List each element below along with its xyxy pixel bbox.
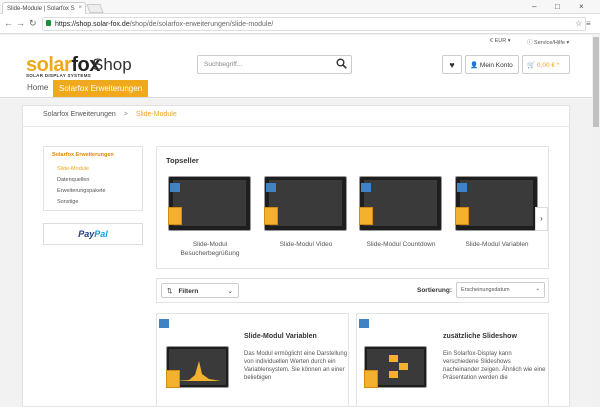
package-icon xyxy=(364,370,378,388)
url-path: /shop/de/solarfox-erweiterungen/slide-mo… xyxy=(129,21,274,28)
topseller-product-name[interactable]: Slide-Modul Variablen xyxy=(452,240,542,249)
sidebar-item-datenquellen[interactable]: Datenquellen xyxy=(57,177,89,183)
breadcrumb-separator: > xyxy=(123,111,128,118)
breadcrumb: Solarfox Erweiterungen > Slide-Module xyxy=(22,105,570,127)
package-icon xyxy=(168,207,182,225)
window-close-icon[interactable]: × xyxy=(579,2,584,11)
product-card-description: Ein Solarfox-Display kann verschiedene S… xyxy=(443,351,546,381)
chevron-down-icon: ⌄ xyxy=(535,286,540,292)
product-card-title[interactable]: zusätzliche Slideshow xyxy=(443,333,517,340)
shop-title: Shop xyxy=(92,55,132,74)
chevron-down-icon: ⌄ xyxy=(227,288,233,295)
logo-subtitle: SOLAR DISPLAY SYSTEMS xyxy=(26,73,92,78)
plugin-badge-icon xyxy=(266,183,276,192)
product-card-title[interactable]: Slide-Modul Variablen xyxy=(244,333,317,340)
user-icon: 👤 xyxy=(470,62,479,69)
topseller-title: Topseller xyxy=(166,156,199,165)
account-label: Mein Konto xyxy=(479,62,513,69)
package-icon xyxy=(359,207,373,225)
breadcrumb-current[interactable]: Slide-Module xyxy=(136,111,177,118)
reload-icon[interactable]: ↻ xyxy=(29,18,37,29)
back-icon[interactable]: ← xyxy=(4,18,13,28)
info-icon: ⓘ xyxy=(527,40,533,46)
plugin-badge-icon xyxy=(359,319,369,328)
filter-label: Filtern xyxy=(178,288,199,295)
browser-tab[interactable]: Slide-Module | Solarfox S × xyxy=(2,2,86,14)
currency-select[interactable]: € EUR ▾ xyxy=(490,38,511,44)
search-placeholder: Suchbegriff... xyxy=(204,61,243,68)
minimize-icon[interactable]: – xyxy=(532,2,536,11)
sidebar-title[interactable]: Solarfox Erweiterungen xyxy=(52,152,114,158)
account-button[interactable]: 👤 Mein Konto xyxy=(465,55,519,74)
paypal-logo: PayPal xyxy=(43,223,143,245)
search-icon[interactable] xyxy=(336,58,347,69)
cart-button[interactable]: 🛒 0,00 € * xyxy=(522,55,570,74)
sort-label: Sortierung: xyxy=(417,287,453,294)
sidebar-item-erweiterungspakete[interactable]: Erweiterungspakete xyxy=(57,188,106,194)
browser-menu-icon[interactable]: ≡ xyxy=(586,19,591,28)
product-card-description: Das Modul ermöglicht eine Darstellung vo… xyxy=(244,351,348,381)
forward-icon[interactable]: → xyxy=(16,18,25,28)
nav-solarfox-erweiterungen[interactable]: Solarfox Erweiterungen xyxy=(53,80,149,98)
sidebar-item-sonstige[interactable]: Sonstige xyxy=(57,199,78,205)
lock-icon xyxy=(46,20,51,26)
plugin-badge-icon xyxy=(457,183,467,192)
package-icon xyxy=(264,207,278,225)
wishlist-button[interactable]: ♥ xyxy=(442,55,462,74)
product-name-line1: Slide-Modul xyxy=(192,241,228,248)
product-name-line2: Besucherbegrüßung xyxy=(180,250,240,257)
plugin-badge-icon xyxy=(361,183,371,192)
plugin-badge-icon xyxy=(170,183,180,192)
scrollbar[interactable] xyxy=(592,35,600,407)
cart-icon: 🛒 xyxy=(527,62,536,69)
scrollbar-thumb[interactable] xyxy=(593,37,599,127)
search-input[interactable]: Suchbegriff... xyxy=(197,55,352,74)
paypal-pal: Pal xyxy=(94,229,108,239)
heart-icon: ♥ xyxy=(449,60,455,70)
service-label: Service/Hilfe ▾ xyxy=(534,40,570,46)
sidebar-item-slide-module[interactable]: Slide-Module xyxy=(57,166,89,172)
cart-total: 0,00 € * xyxy=(536,62,560,69)
filter-button[interactable]: ⇅ Filtern ⌄ xyxy=(161,283,239,298)
address-bar[interactable]: https://shop.solar-fox.de/shop/de/solarf… xyxy=(42,17,586,31)
sort-select[interactable]: Erscheinungsdatum ⌄ xyxy=(456,282,545,298)
breadcrumb-parent[interactable]: Solarfox Erweiterungen xyxy=(43,111,116,118)
filter-icon: ⇅ xyxy=(167,288,173,295)
new-tab-button[interactable] xyxy=(86,4,104,13)
url-host: https://shop.solar-fox.de xyxy=(55,21,130,28)
package-icon xyxy=(455,207,469,225)
package-icon xyxy=(166,370,180,388)
maximize-icon[interactable]: □ xyxy=(555,2,560,11)
tab-close-icon[interactable]: × xyxy=(78,5,82,11)
plugin-badge-icon xyxy=(159,319,169,328)
topseller-product-name[interactable]: Slide-Modul Countdown xyxy=(356,240,446,249)
service-menu[interactable]: ⓘ Service/Hilfe ▾ xyxy=(527,38,569,46)
sort-value: Erscheinungsdatum xyxy=(461,287,510,293)
bookmark-star-icon[interactable]: ☆ xyxy=(575,19,582,28)
paypal-pay: Pay xyxy=(78,229,95,239)
nav-home[interactable]: Home xyxy=(23,80,52,95)
topseller-product-name[interactable]: Slide-Modul Besucherbegrüßung xyxy=(165,240,255,258)
slider-next-button[interactable]: › xyxy=(535,207,548,231)
tab-title: Slide-Module | Solarfox S xyxy=(7,6,75,12)
topseller-product-name[interactable]: Slide-Modul Video xyxy=(261,240,351,249)
